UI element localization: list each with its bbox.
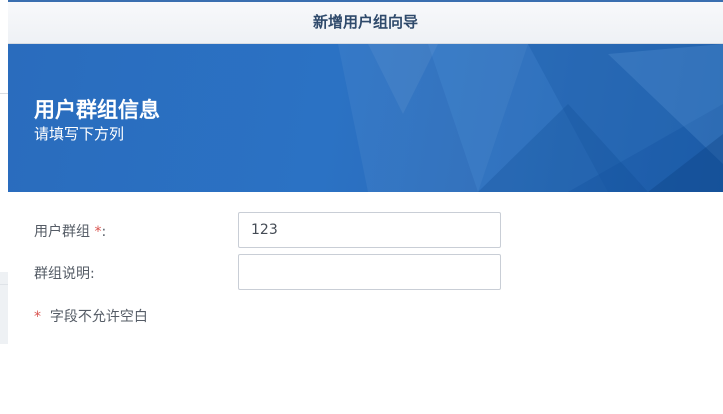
- group-name-label-text: 用户群组: [34, 224, 90, 240]
- wizard-banner: 用户群组信息 请填写下方列: [8, 44, 723, 192]
- required-note: * 字段不允许空白: [34, 306, 148, 326]
- dialog-titlebar[interactable]: 新增用户组向导: [8, 0, 723, 44]
- label-colon: :: [101, 224, 107, 240]
- dialog-title: 新增用户组向导: [312, 13, 418, 31]
- group-name-label: 用户群组 *:: [34, 221, 106, 241]
- required-note-text: 字段不允许空白: [49, 309, 148, 325]
- required-note-mark: *: [34, 309, 41, 325]
- banner-subheading: 请填写下方列: [34, 125, 125, 143]
- banner-heading: 用户群组信息: [34, 98, 160, 122]
- group-description-input[interactable]: [238, 254, 501, 290]
- group-name-input[interactable]: [238, 212, 501, 248]
- background-divider: [0, 284, 8, 285]
- background-panel: [0, 272, 8, 344]
- group-description-label: 群组说明:: [34, 266, 95, 282]
- background-divider: [0, 93, 8, 94]
- page: 新增用户组向导 用户群组信息 请填写下方列 用户群组 *: 群组说明: * 字段…: [0, 0, 723, 414]
- wizard-dialog: 新增用户组向导 用户群组信息 请填写下方列 用户群组 *: 群组说明: * 字段…: [8, 0, 723, 414]
